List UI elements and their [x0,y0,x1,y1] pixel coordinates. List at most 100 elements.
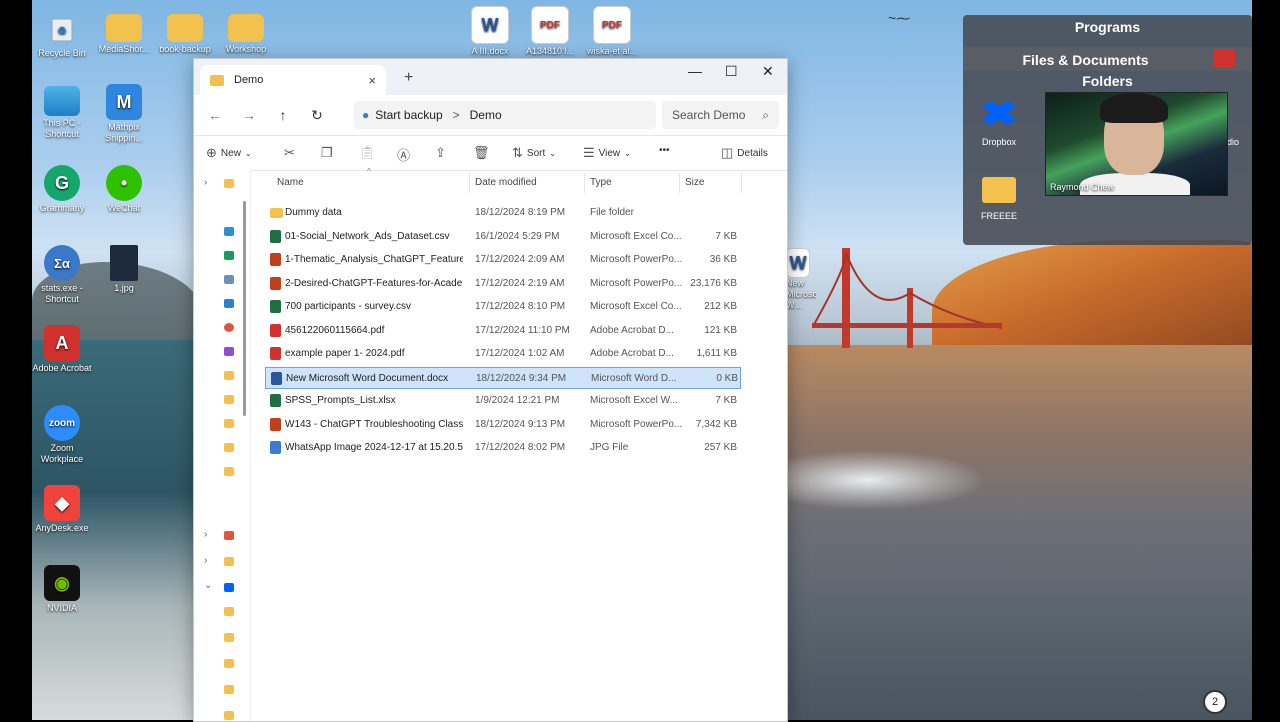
minimize-icon[interactable]: — [688,63,702,79]
column-type[interactable]: Type [590,177,612,188]
chevron-right-icon[interactable]: › [204,555,207,566]
golden-gate-bridge [812,248,1002,348]
file-name: example paper 1- 2024.pdf [285,348,405,359]
forward-arrow-icon[interactable]: → [232,107,266,123]
trash-icon: 🗑︎ [473,145,490,160]
rename-button[interactable]: Ⓐ [397,145,410,164]
address-bar[interactable]: ● Start backup > Demo [354,101,656,129]
desktop-icon-pdf-2[interactable]: PDF wiska-et al... [580,6,644,57]
folder-icon [224,711,234,720]
delete-button[interactable]: 🗑︎ [473,145,490,161]
file-row[interactable]: 01-Social_Network_Ads_Dataset.csv 16/1/20… [265,226,741,248]
desktop-icon-word-doc[interactable]: W A III.docx [458,6,522,57]
desktop-icon-anydesk[interactable]: ◆ AnyDesk.exe [30,485,94,534]
dropbox-shortcut[interactable]: Dropbox [979,101,1019,147]
file-date: 17/12/2024 11:10 PM [475,324,570,336]
dropbox-label: Dropbox [981,137,1017,147]
file-name: 2-Desired-ChatGPT-Features-for-Acade... [285,277,463,289]
column-size[interactable]: Size [685,177,704,188]
file-row[interactable]: 1-Thematic_Analysis_ChatGPT_Features(b..… [265,249,741,271]
column-date[interactable]: Date modified [475,177,537,188]
file-row[interactable]: 2-Desired-ChatGPT-Features-for-Acade... 1… [265,273,741,295]
desktop-icon-pdf-1[interactable]: PDF A134810’I... [518,6,582,57]
desktop-icon-wechat[interactable]: • WeChat [92,165,156,214]
notification-badge[interactable]: 2 [1203,690,1227,714]
desktop-icon-new-word[interactable]: W New Microsoft W... [786,248,816,311]
folder-icon [982,177,1016,203]
file-row[interactable]: WhatsApp Image 2024-12-17 at 15.20.52...… [265,437,741,459]
sort-label: Sort [526,147,546,159]
details-button[interactable]: ◫ Details [721,145,768,161]
desktop-icon-nvidia[interactable]: ◉ NVIDIA [30,565,94,614]
file-date: 1/9/2024 12:21 PM [475,395,560,406]
file-type: Microsoft Word D... [591,372,677,384]
file-row[interactable]: W143 - ChatGPT Troubleshooting Class b..… [265,414,741,436]
file-row[interactable]: Dummy data 18/12/2024 8:19 PM File folder [265,202,741,224]
desktop-icon-1jpg[interactable]: 1.jpg [92,245,156,294]
file-row[interactable]: SPSS_Prompts_List.xlsx 1/9/2024 12:21 PM M… [265,390,741,412]
up-arrow-icon[interactable]: ↑ [266,107,300,123]
desktop-icon-stats[interactable]: Σα stats.exe - Shortcut [30,245,94,305]
breadcrumb-current[interactable]: Demo [470,108,502,122]
tab-demo[interactable]: Demo × [200,65,386,95]
file-row[interactable]: 456122060115664.pdf 17/12/2024 11:10 PM Ad… [265,320,741,342]
file-date: 17/12/2024 1:02 AM [475,348,565,359]
file-type: Microsoft PowerPo... [590,254,682,265]
ppt-file-icon [270,417,281,431]
view-button[interactable]: ☰ View ⌄ [583,145,631,161]
folder-icon [224,557,234,566]
file-size: 0 KB [716,372,738,384]
close-window-icon[interactable]: ✕ [762,63,774,80]
file-name: W143 - ChatGPT Troubleshooting Class b..… [285,418,463,430]
sort-button[interactable]: ⇅ Sort ⌄ [512,145,556,161]
more-options-button[interactable]: ••• [659,145,670,156]
file-type: Microsoft Excel Co... [590,230,682,242]
search-input[interactable]: Search Demo ⌕ [662,101,779,129]
file-type: File folder [590,207,634,218]
file-size: 212 KB [704,301,737,312]
sort-icon: ⇅ [512,145,523,160]
chevron-right-icon[interactable]: › [204,529,207,540]
desktop-icon-mediashor[interactable]: MediaShor... [92,10,156,55]
document-icon [224,275,234,284]
file-row[interactable]: example paper 1- 2024.pdf 17/12/2024 1:02… [265,343,741,365]
desktop-icon-grammarly[interactable]: G Grammarly [30,165,94,214]
navigation-pane: › › › ⌄ [194,169,251,721]
details-label: Details [737,147,768,159]
paste-button[interactable]: 📋︎ [359,145,376,161]
chevron-down-icon[interactable]: ⌄ [204,580,212,591]
copy-button[interactable]: ❐ [321,145,333,161]
desktop-icon-mathpix[interactable]: M Mathpix Snippin... [92,84,156,144]
desktop-icon-recycle-bin[interactable]: ♻ Recycle Bin [30,10,94,59]
app-icon[interactable] [1213,49,1235,67]
more-label: ••• [659,145,670,156]
breadcrumb-start[interactable]: Start backup [375,108,442,122]
column-name[interactable]: Name [277,177,304,188]
file-size: 257 KB [704,442,737,453]
share-button[interactable]: ⇪ [435,145,446,161]
cut-button[interactable]: ✂ [284,145,295,161]
file-size: 1,611 KB [696,348,737,359]
new-button[interactable]: ⊕ New ⌄ [206,145,252,161]
nav-bar: ← → ↑ ↻ ● Start backup > Demo Search Dem… [194,95,787,135]
nav-scrollbar[interactable] [243,201,246,416]
freeee-folder[interactable]: FREEEE [979,177,1019,221]
close-tab-icon[interactable]: × [368,73,376,88]
maximize-icon[interactable]: ☐ [725,63,738,80]
back-arrow-icon[interactable]: ← [198,107,232,123]
file-row[interactable]: 700 participants - survey.csv 17/12/2024 … [265,296,741,318]
new-tab-icon[interactable]: + [404,69,413,87]
file-type: Adobe Acrobat D... [590,324,674,336]
panel-folders: Folders [1082,73,1133,89]
desktop-icon-acrobat[interactable]: A Adobe Acrobat [30,325,94,374]
file-date: 17/12/2024 8:02 PM [475,442,566,453]
chevron-right-icon[interactable]: › [204,177,207,188]
file-row[interactable]: New Microsoft Word Document.docx 18/12/20… [265,366,741,389]
file-size: 7 KB [715,230,737,242]
sort-arrow-icon: ^ [367,167,371,176]
desktop-icon-this-pc[interactable]: This PC - Shortcut [30,86,94,140]
desktop-icon-workshop[interactable]: Workshop [214,10,278,55]
desktop-icon-book-backup[interactable]: book-backup [153,10,217,55]
refresh-icon[interactable]: ↻ [300,107,334,124]
desktop-icon-zoom[interactable]: zoom Zoom Workplace [30,405,94,465]
